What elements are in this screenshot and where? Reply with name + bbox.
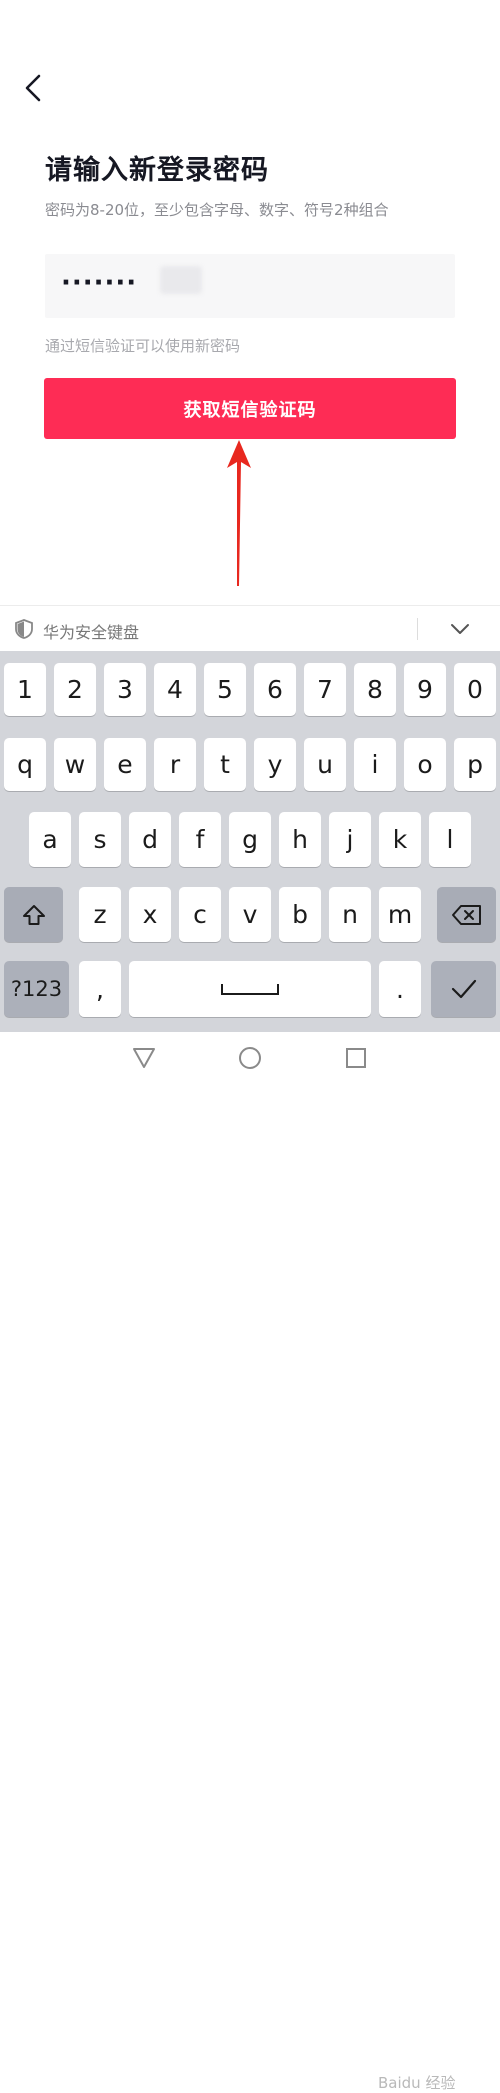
key[interactable]: l [429,812,471,867]
key[interactable]: h [279,812,321,867]
space-icon [221,984,279,995]
shift-icon [22,904,45,925]
space-key[interactable] [129,961,371,1017]
key[interactable]: v [229,887,271,942]
key[interactable]: s [79,812,121,867]
key[interactable]: n [329,887,371,942]
key[interactable]: d [129,812,171,867]
password-input[interactable]: ······· [45,254,455,318]
key[interactable]: 7 [304,663,346,716]
comma-key[interactable]: , [79,961,121,1017]
password-value: ······· [61,268,138,298]
key[interactable]: a [29,812,71,867]
backspace-key[interactable] [437,887,496,942]
keyboard-title: 华为安全键盘 [43,623,140,642]
key[interactable]: t [204,738,246,791]
key[interactable]: j [329,812,371,867]
key[interactable]: 0 [454,663,496,716]
key[interactable]: g [229,812,271,867]
chevron-left-icon [25,74,41,102]
get-sms-code-button[interactable]: 获取短信验证码 [44,378,456,439]
key[interactable]: c [179,887,221,942]
system-nav-bar: Baidu 经验 [0,1032,500,2092]
header-divider [417,618,418,640]
key[interactable]: q [4,738,46,791]
key[interactable]: m [379,887,421,942]
key[interactable]: e [104,738,146,791]
key[interactable]: 6 [254,663,296,716]
page-title: 请输入新登录密码 [45,155,269,186]
shield-icon [15,619,33,639]
keyboard: 1 2 3 4 5 6 7 8 9 0 q w e r t y u i o p … [0,651,500,1032]
key[interactable]: 3 [104,663,146,716]
back-button[interactable] [18,68,54,108]
key[interactable]: 4 [154,663,196,716]
backspace-icon [451,904,481,925]
key[interactable]: x [129,887,171,942]
key[interactable]: u [304,738,346,791]
key[interactable]: 1 [4,663,46,716]
red-arrow-annotation [227,440,251,586]
checkmark-icon [451,979,476,999]
symbols-key[interactable]: ?123 [4,961,69,1017]
enter-key[interactable] [431,961,496,1017]
key[interactable]: p [454,738,496,791]
key[interactable]: r [154,738,196,791]
key[interactable]: w [54,738,96,791]
key[interactable]: 2 [54,663,96,716]
key[interactable]: f [179,812,221,867]
key[interactable]: y [254,738,296,791]
key[interactable]: b [279,887,321,942]
shift-key[interactable] [4,887,63,942]
key[interactable]: 9 [404,663,446,716]
watermark: Baidu 经验 [378,2074,456,2092]
key[interactable]: 5 [204,663,246,716]
key[interactable]: z [79,887,121,942]
sms-hint-text: 通过短信验证可以使用新密码 [45,337,241,355]
period-key[interactable]: . [379,961,421,1017]
triangle-back-icon[interactable] [131,1045,157,1071]
key[interactable]: o [404,738,446,791]
password-rules-text: 密码为8-20位，至少包含字母、数字、符号2种组合 [45,201,389,219]
blurred-region [160,266,202,294]
square-recents-icon[interactable] [343,1045,369,1071]
key[interactable]: 8 [354,663,396,716]
circle-home-icon[interactable] [237,1045,263,1071]
key[interactable]: i [354,738,396,791]
chevron-down-icon[interactable] [447,618,473,640]
key[interactable]: k [379,812,421,867]
keyboard-header: 华为安全键盘 [0,605,500,652]
